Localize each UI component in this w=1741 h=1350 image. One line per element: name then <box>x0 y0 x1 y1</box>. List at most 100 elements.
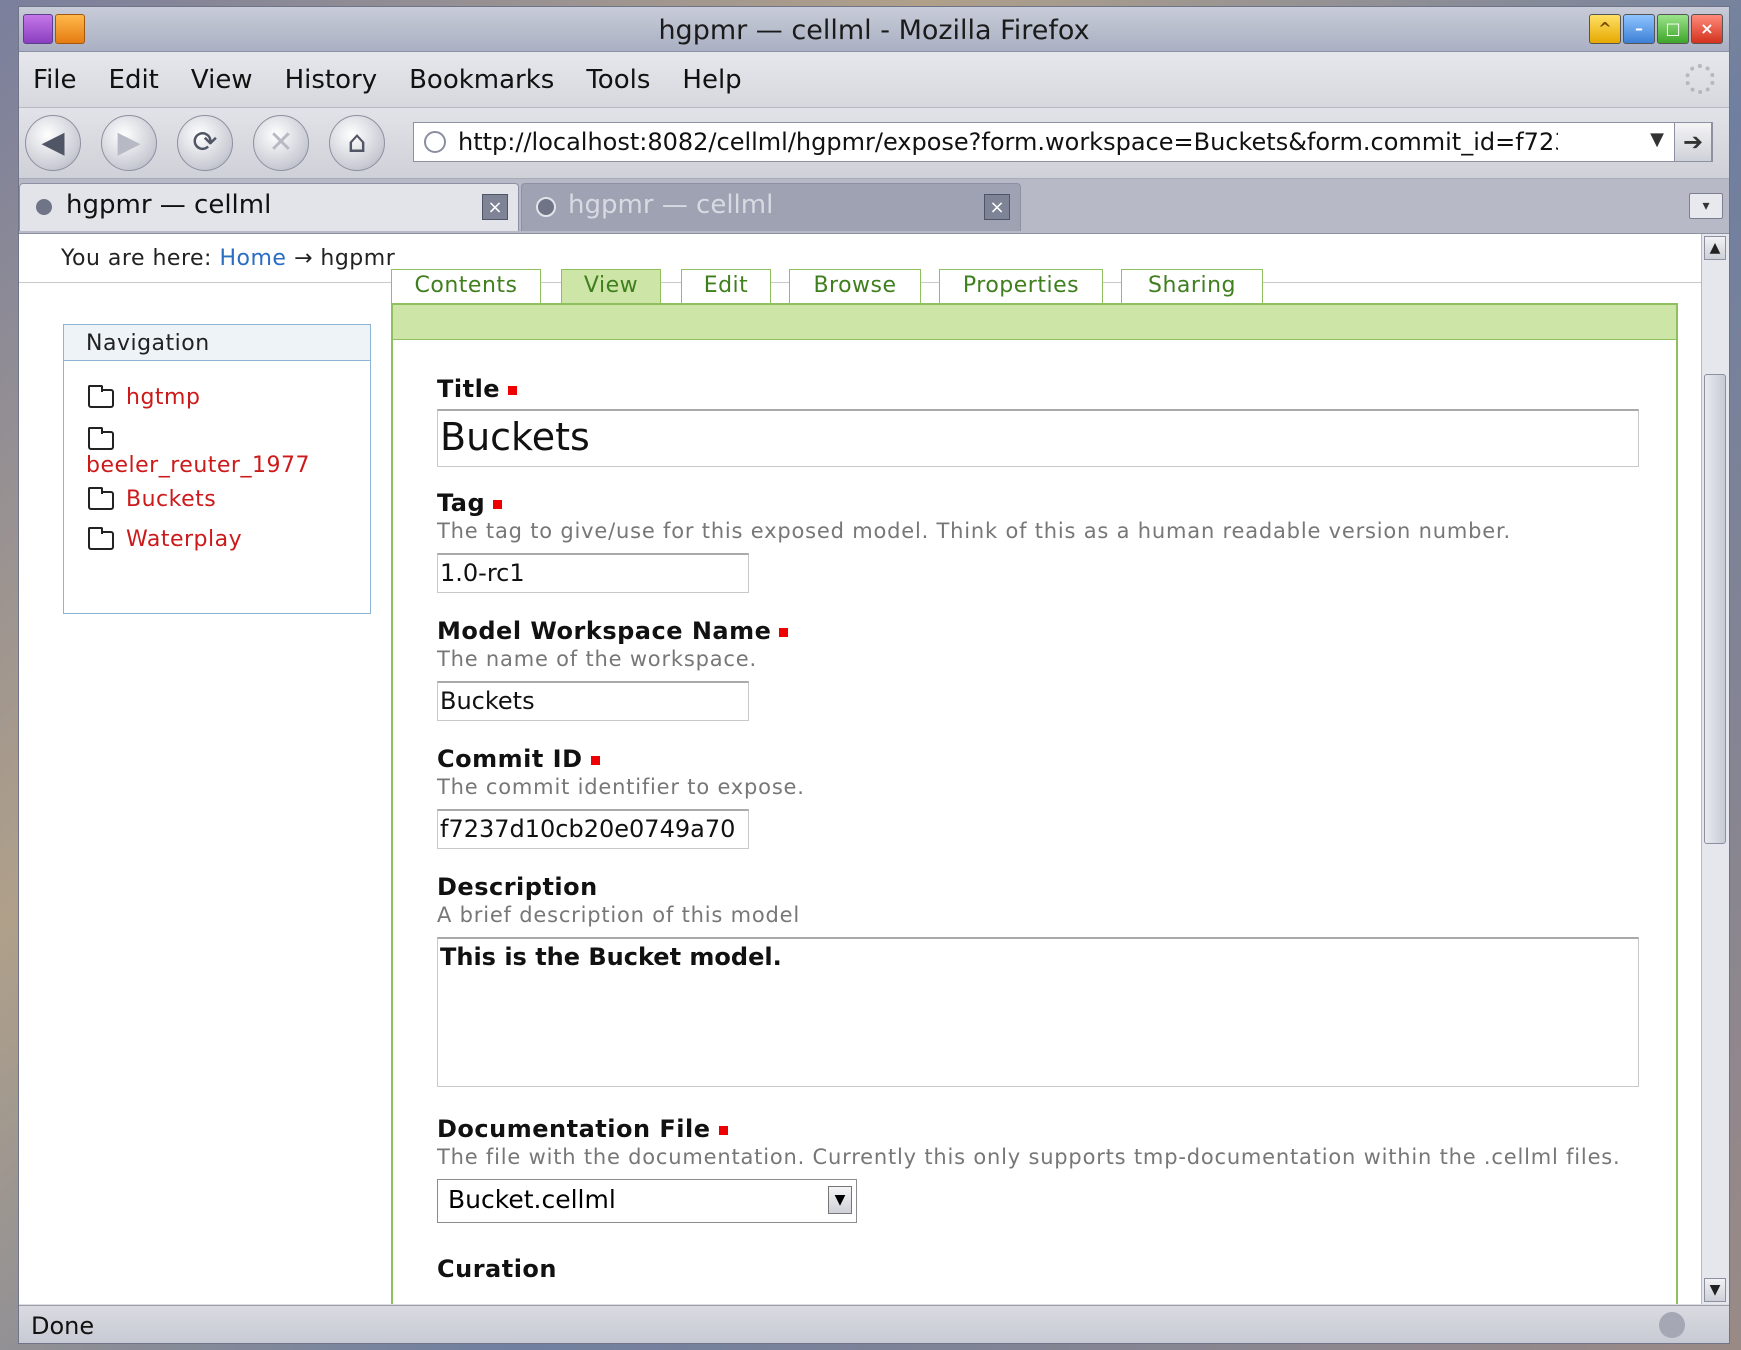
scrollbar-thumb[interactable] <box>1704 374 1726 844</box>
maximize-button[interactable]: □ <box>1657 14 1689 44</box>
folder-icon <box>88 487 114 510</box>
required-marker <box>718 1125 728 1135</box>
list-all-tabs-button[interactable]: ▾ <box>1689 193 1723 219</box>
minimize-button[interactable]: – <box>1623 14 1655 44</box>
menu-bookmarks[interactable]: Bookmarks <box>409 65 554 95</box>
menu-help[interactable]: Help <box>682 65 741 95</box>
description-textarea[interactable]: This is the Bucket model. <box>437 937 1639 1087</box>
description-help: A brief description of this model <box>437 903 800 927</box>
workspace-field-label: Model Workspace Name <box>437 617 789 645</box>
tab-label: hgpmr — cellml <box>568 190 774 220</box>
stop-icon: ✕ <box>268 125 294 160</box>
chevron-down-icon[interactable]: ▼ <box>828 1186 852 1214</box>
commit-help: The commit identifier to expose. <box>437 775 805 799</box>
docfile-help: The file with the documentation. Current… <box>437 1145 1621 1169</box>
title-bar: hgpmr — cellml - Mozilla Firefox ^ – □ × <box>19 7 1729 52</box>
tab-properties[interactable]: Properties <box>939 269 1103 303</box>
tab-favicon-icon <box>34 197 54 217</box>
reload-button[interactable]: ⟳ <box>177 115 233 171</box>
required-marker <box>590 755 600 765</box>
breadcrumb-arrow: → <box>293 246 313 271</box>
folder-icon <box>88 527 114 550</box>
tab-bar: hgpmr — cellml × hgpmr — cellml × ▾ <box>19 179 1729 234</box>
navigation-portlet: Navigation hgtmp beeler_reuter_1977 Buck… <box>63 324 371 614</box>
tab-browse[interactable]: Browse <box>789 269 921 303</box>
url-bar[interactable]: http://localhost:8082/cellml/hgpmr/expos… <box>413 122 1713 162</box>
workspace-label-text: Model Workspace Name <box>437 617 772 645</box>
content-tab-band <box>393 305 1676 340</box>
tab-label: hgpmr — cellml <box>66 190 272 220</box>
tag-input[interactable]: 1.0-rc1 <box>437 553 749 593</box>
tab-contents[interactable]: Contents <box>391 269 541 303</box>
edit-form: Title Buckets Tag The tag to give/use fo… <box>391 303 1678 1304</box>
throbber-icon <box>1685 64 1715 94</box>
tab-active[interactable]: hgpmr — cellml × <box>19 183 519 231</box>
tab-view[interactable]: View <box>561 269 661 303</box>
docfile-selected-value: Bucket.cellml <box>448 1185 616 1214</box>
navigation-toolbar: ◀ ▶ ⟳ ✕ ⌂ http://localhost:8082/cellml/h… <box>19 108 1729 179</box>
commit-label-text: Commit ID <box>437 745 583 773</box>
vertical-scrollbar[interactable]: ▲ ▼ <box>1701 234 1729 1304</box>
shade-button[interactable]: ^ <box>1589 14 1621 44</box>
description-field-label: Description <box>437 873 598 901</box>
menu-view[interactable]: View <box>191 65 253 95</box>
status-bar: Done <box>19 1305 1729 1343</box>
breadcrumb-prefix: You are here: <box>61 246 212 271</box>
workspace-input[interactable]: Buckets <box>437 681 749 721</box>
scroll-down-icon[interactable]: ▼ <box>1704 1278 1726 1302</box>
go-button[interactable]: ➔ <box>1674 122 1712 162</box>
site-identity-icon[interactable] <box>424 131 446 153</box>
tab-favicon-icon <box>536 197 556 217</box>
nav-item-buckets[interactable]: Buckets <box>126 487 216 512</box>
nav-item-beeler-reuter-1977[interactable]: beeler_reuter_1977 <box>86 453 310 478</box>
tag-field-label: Tag <box>437 489 503 517</box>
docfile-select[interactable]: Bucket.cellml ▼ <box>437 1179 857 1223</box>
window-title: hgpmr — cellml - Mozilla Firefox <box>658 15 1090 46</box>
title-input[interactable]: Buckets <box>437 409 1639 467</box>
title-field-label: Title <box>437 375 518 403</box>
nav-item-hgtmp[interactable]: hgtmp <box>126 385 200 410</box>
back-arrow-icon: ◀ <box>41 125 65 160</box>
commit-input[interactable]: f7237d10cb20e0749a70 <box>437 809 749 849</box>
required-marker <box>508 385 518 395</box>
home-button[interactable]: ⌂ <box>329 115 385 171</box>
workspace-help: The name of the workspace. <box>437 647 757 671</box>
menu-edit[interactable]: Edit <box>109 65 159 95</box>
menu-bar: File Edit View History Bookmarks Tools H… <box>19 52 1729 108</box>
url-text[interactable]: http://localhost:8082/cellml/hgpmr/expos… <box>458 128 1558 156</box>
required-marker <box>493 499 503 509</box>
window-controls: ^ – □ × <box>1589 14 1723 44</box>
docfile-field-label: Documentation File <box>437 1115 728 1143</box>
back-button[interactable]: ◀ <box>25 115 81 171</box>
tab-close-icon[interactable]: × <box>984 194 1010 220</box>
breadcrumb: You are here: Home → hgpmr <box>61 246 395 271</box>
status-text: Done <box>31 1312 95 1340</box>
folder-icon <box>88 385 114 408</box>
menu-history[interactable]: History <box>285 65 378 95</box>
navigation-title: Navigation <box>64 325 370 361</box>
stop-button[interactable]: ✕ <box>253 115 309 171</box>
breadcrumb-home-link[interactable]: Home <box>219 246 286 271</box>
title-label-text: Title <box>437 375 501 403</box>
url-dropdown-icon[interactable]: ▼ <box>1650 129 1664 150</box>
close-window-button[interactable]: × <box>1691 14 1723 44</box>
menu-file[interactable]: File <box>33 65 77 95</box>
forward-arrow-icon: ▶ <box>117 125 141 160</box>
folder-icon <box>88 427 114 450</box>
browser-window: hgpmr — cellml - Mozilla Firefox ^ – □ ×… <box>18 6 1730 1344</box>
reload-icon: ⟳ <box>192 125 218 160</box>
tag-help: The tag to give/use for this exposed mod… <box>437 519 1511 543</box>
menu-tools[interactable]: Tools <box>586 65 650 95</box>
tab-sharing[interactable]: Sharing <box>1121 269 1263 303</box>
docfile-label-text: Documentation File <box>437 1115 711 1143</box>
commit-field-label: Commit ID <box>437 745 600 773</box>
tag-label-text: Tag <box>437 489 486 517</box>
tab-inactive[interactable]: hgpmr — cellml × <box>521 183 1021 231</box>
tab-close-icon[interactable]: × <box>482 194 508 220</box>
tab-edit[interactable]: Edit <box>681 269 771 303</box>
scroll-up-icon[interactable]: ▲ <box>1704 236 1726 260</box>
nav-item-waterplay[interactable]: Waterplay <box>126 527 242 552</box>
forward-button[interactable]: ▶ <box>101 115 157 171</box>
curation-field-label: Curation <box>437 1255 558 1283</box>
status-icon <box>1659 1312 1685 1338</box>
